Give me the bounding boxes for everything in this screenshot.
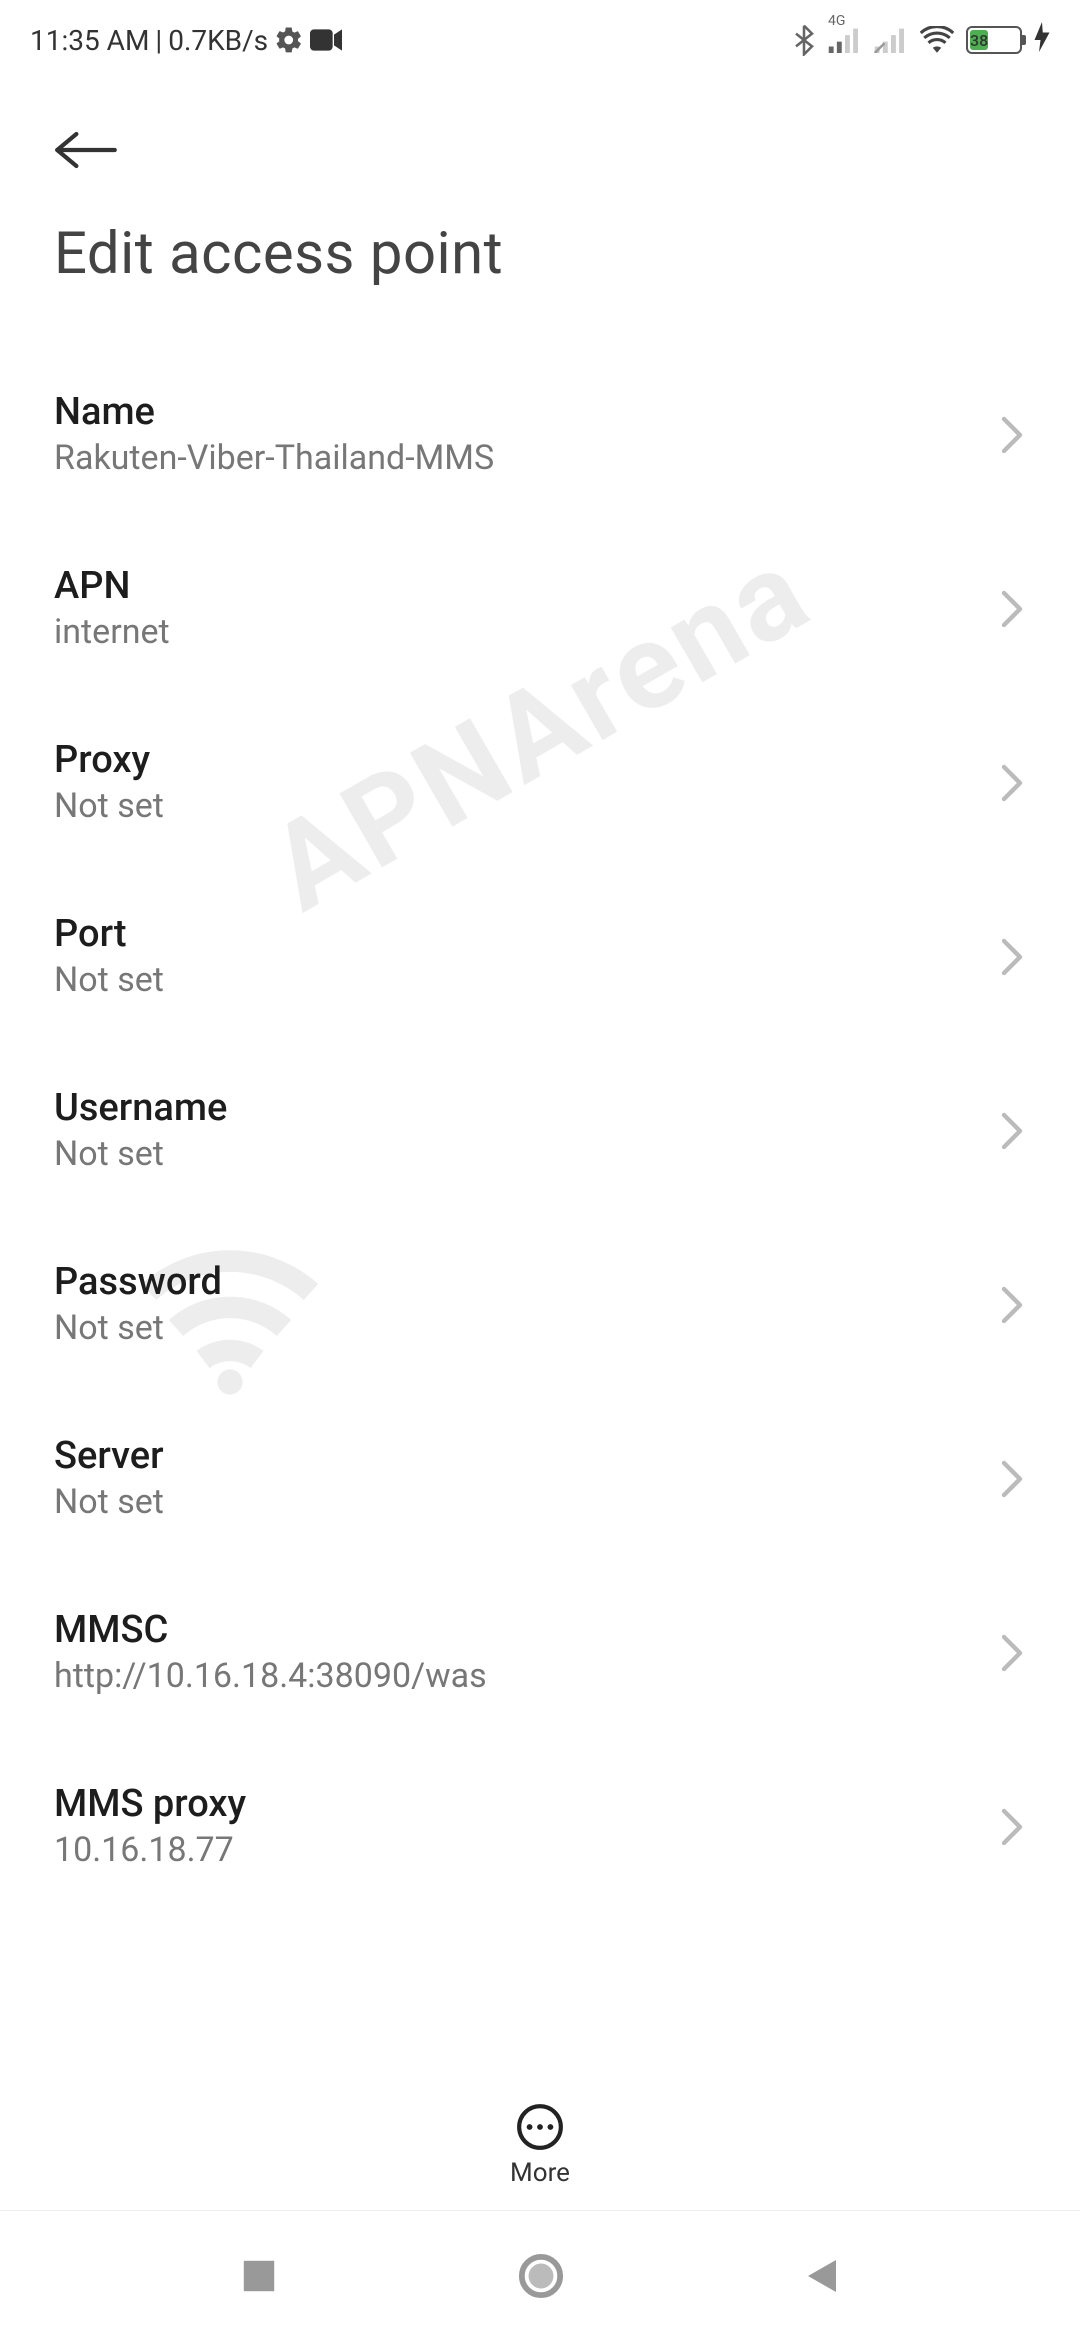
row-server-value: Not set	[54, 1482, 164, 1522]
nav-home-button[interactable]	[518, 2253, 564, 2299]
row-server-label: Server	[54, 1434, 164, 1478]
row-port[interactable]: Port Not set	[0, 870, 1080, 1044]
status-separator: |	[155, 24, 162, 57]
row-username[interactable]: Username Not set	[0, 1044, 1080, 1218]
back-arrow-icon	[54, 130, 118, 170]
nav-recents-button[interactable]	[240, 2257, 278, 2295]
row-username-value: Not set	[54, 1134, 227, 1174]
network-type-label: 4G	[828, 13, 845, 29]
chevron-right-icon	[998, 763, 1026, 807]
status-bar: 11:35 AM | 0.7KB/s 4G 38	[0, 0, 1080, 80]
row-mmsc-label: MMSC	[54, 1608, 487, 1652]
status-network-speed: 0.7KB/s	[168, 24, 268, 57]
chevron-right-icon	[998, 1285, 1026, 1329]
row-apn-value: internet	[54, 612, 170, 652]
chevron-right-icon	[998, 937, 1026, 981]
signal-4g-icon: 4G	[828, 27, 862, 53]
row-mms-proxy[interactable]: MMS proxy 10.16.18.77	[0, 1740, 1080, 1914]
row-username-label: Username	[54, 1086, 227, 1130]
row-password[interactable]: Password Not set	[0, 1218, 1080, 1392]
row-password-value: Not set	[54, 1308, 222, 1348]
status-bar-right: 4G 38	[792, 22, 1050, 58]
battery-indicator: 38	[966, 26, 1022, 54]
row-name-label: Name	[54, 390, 494, 434]
row-mms-proxy-value: 10.16.18.77	[54, 1830, 246, 1870]
camera-icon	[310, 28, 342, 52]
row-mms-proxy-label: MMS proxy	[54, 1782, 246, 1826]
chevron-right-icon	[998, 1807, 1026, 1851]
wifi-icon	[920, 26, 954, 54]
gear-icon	[274, 25, 304, 55]
more-label: More	[510, 2158, 570, 2188]
chevron-right-icon	[998, 1633, 1026, 1677]
back-button[interactable]	[54, 120, 118, 180]
signal-no-sim-icon	[874, 27, 908, 53]
row-proxy[interactable]: Proxy Not set	[0, 696, 1080, 870]
circle-icon	[518, 2253, 564, 2299]
row-port-value: Not set	[54, 960, 164, 1000]
status-time: 11:35 AM	[30, 24, 149, 57]
row-proxy-value: Not set	[54, 786, 164, 826]
chevron-right-icon	[998, 1111, 1026, 1155]
battery-level: 38	[970, 30, 988, 50]
chevron-right-icon	[998, 415, 1026, 459]
chevron-right-icon	[998, 589, 1026, 633]
square-icon	[240, 2257, 278, 2295]
page-title: Edit access point	[54, 220, 1026, 288]
row-apn-label: APN	[54, 564, 170, 608]
row-name[interactable]: Name Rakuten-Viber-Thailand-MMS	[0, 348, 1080, 522]
chevron-right-icon	[998, 1459, 1026, 1503]
row-apn[interactable]: APN internet	[0, 522, 1080, 696]
row-proxy-label: Proxy	[54, 738, 164, 782]
page-header: Edit access point	[0, 80, 1080, 308]
row-port-label: Port	[54, 912, 164, 956]
nav-back-button[interactable]	[804, 2256, 840, 2296]
charging-icon	[1034, 22, 1050, 58]
row-mmsc-value: http://10.16.18.4:38090/was	[54, 1656, 487, 1696]
content-scroll-area[interactable]: Edit access point APNArena Name Rakuten-…	[0, 80, 1080, 2040]
more-button[interactable]: More	[510, 2102, 570, 2188]
row-password-label: Password	[54, 1260, 222, 1304]
row-mmsc[interactable]: MMSC http://10.16.18.4:38090/was	[0, 1566, 1080, 1740]
row-name-value: Rakuten-Viber-Thailand-MMS	[54, 438, 494, 478]
triangle-left-icon	[804, 2256, 840, 2296]
status-bar-left: 11:35 AM | 0.7KB/s	[30, 24, 342, 57]
row-server[interactable]: Server Not set	[0, 1392, 1080, 1566]
bluetooth-icon	[792, 24, 816, 56]
more-horizontal-icon	[515, 2102, 565, 2152]
bottom-toolbar: More	[0, 2080, 1080, 2210]
system-nav-bar	[0, 2210, 1080, 2340]
settings-list: Name Rakuten-Viber-Thailand-MMS APN inte…	[0, 308, 1080, 1914]
